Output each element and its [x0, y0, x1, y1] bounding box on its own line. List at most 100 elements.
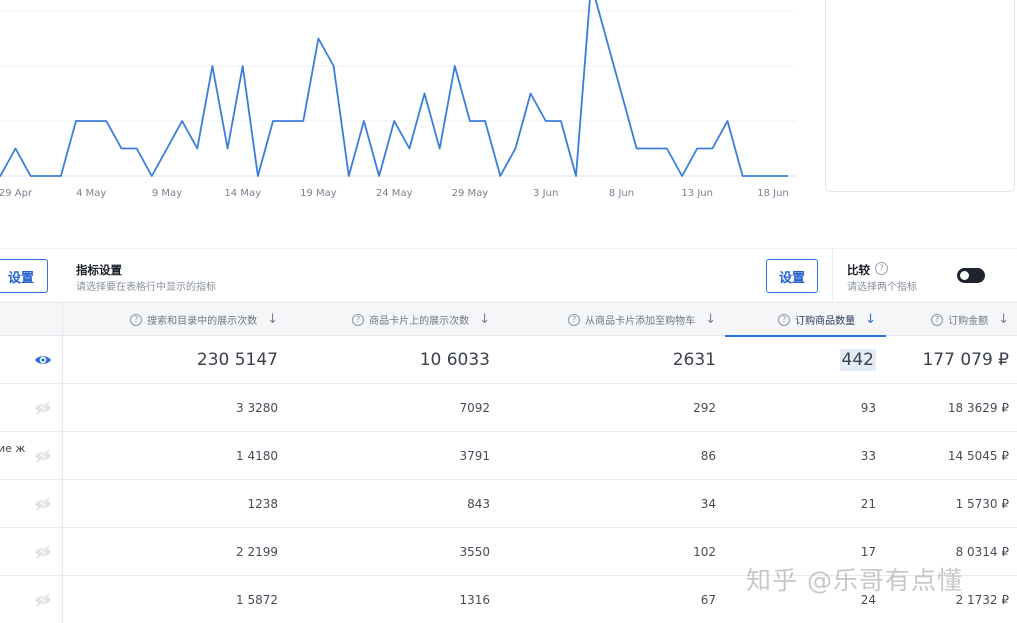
data-point[interactable]	[438, 147, 442, 151]
arrow-down-icon[interactable]: ↓	[479, 312, 490, 327]
data-point[interactable]	[226, 147, 230, 151]
data-point[interactable]	[695, 147, 699, 151]
data-point[interactable]	[241, 64, 245, 68]
x-tick-label: 3 Jun	[533, 188, 558, 199]
compare-section: 比较 ? 请选择两个指标	[832, 249, 1017, 303]
column-header-order-amount[interactable]: ? 订购金额 ↓	[876, 303, 1009, 336]
cell-ordered-quantity: 21	[860, 496, 876, 511]
cell-ordered-quantity: 33	[860, 448, 876, 463]
question-circle-icon[interactable]: ?	[352, 313, 365, 326]
data-point[interactable]	[741, 174, 745, 178]
data-point[interactable]	[362, 119, 366, 123]
data-point[interactable]	[483, 119, 487, 123]
data-point[interactable]	[89, 119, 93, 123]
eye-off-icon[interactable]	[34, 544, 52, 560]
data-point[interactable]	[559, 119, 563, 123]
column-header-add-to-cart[interactable]: ? 从商品卡片添加至购物车 ↓	[490, 303, 716, 336]
cell-card-impressions: 3550	[459, 544, 490, 559]
data-point[interactable]	[120, 147, 124, 151]
arrow-down-icon[interactable]: ↓	[998, 312, 1009, 327]
question-circle-icon[interactable]: ?	[778, 313, 791, 326]
data-point[interactable]	[150, 174, 154, 178]
total-search-impressions: 230 5147	[196, 349, 278, 370]
question-circle-icon[interactable]: ?	[931, 313, 944, 326]
cell-add-to-cart: 86	[700, 448, 716, 463]
x-tick-label: 13 Jun	[681, 188, 713, 199]
metrics-settings-button[interactable]: 设置	[766, 259, 818, 293]
total-ordered-quantity-cell: 442	[716, 336, 876, 383]
metrics-settings-subtitle: 请选择要在表格行中显示的指标	[76, 282, 216, 293]
data-point[interactable]	[726, 119, 730, 123]
question-circle-icon[interactable]: ?	[875, 262, 888, 275]
table-row[interactable]: 1238 843 34 21 1 5730 ₽	[0, 480, 1017, 528]
total-add-to-cart: 2631	[672, 349, 716, 370]
column-header-search-impressions[interactable]: ? 搜索和目录中的展示次数 ↓	[63, 303, 278, 336]
arrow-down-icon[interactable]: ↓	[705, 312, 716, 327]
arrow-down-icon[interactable]: ↓	[865, 312, 876, 327]
data-point[interactable]	[210, 64, 214, 68]
data-point[interactable]	[604, 37, 608, 41]
data-point[interactable]	[453, 64, 457, 68]
column-header-ordered-quantity[interactable]: ? 订购商品数量 ↓	[716, 303, 876, 336]
eye-off-icon[interactable]	[34, 592, 52, 608]
data-point[interactable]	[680, 174, 684, 178]
cell-order-amount: 18 3629 ₽	[947, 400, 1009, 415]
eye-off-icon[interactable]	[34, 448, 52, 464]
data-point[interactable]	[332, 64, 336, 68]
data-point[interactable]	[135, 147, 139, 151]
eye-off-icon[interactable]	[34, 400, 52, 416]
data-point[interactable]	[14, 147, 18, 151]
eye-icon[interactable]	[34, 352, 52, 368]
left-settings-button[interactable]: 设置	[0, 259, 48, 293]
data-point[interactable]	[635, 147, 639, 151]
data-point[interactable]	[271, 119, 275, 123]
data-point[interactable]	[771, 174, 775, 178]
data-point[interactable]	[256, 174, 260, 178]
cell-search-impressions: 1 4180	[236, 448, 278, 463]
watermark: 知乎 @乐哥有点懂	[746, 566, 963, 595]
data-point[interactable]	[650, 147, 654, 151]
data-point[interactable]	[710, 147, 714, 151]
data-point[interactable]	[59, 174, 63, 178]
data-point[interactable]	[544, 119, 548, 123]
data-point[interactable]	[407, 147, 411, 151]
series-line	[0, 0, 789, 177]
table-row[interactable]: ие ж 1 4180 3791 86 33 14 5045 ₽	[0, 432, 1017, 480]
cell-card-impressions: 843	[467, 496, 490, 511]
data-point[interactable]	[498, 174, 502, 178]
cell-order-amount: 1 5730 ₽	[955, 496, 1009, 511]
data-point[interactable]	[620, 92, 624, 96]
cell-search-impressions: 2 2199	[236, 544, 278, 559]
data-point[interactable]	[286, 119, 290, 123]
table-row[interactable]: 3 3280 7092 292 93 18 3629 ₽	[0, 384, 1017, 432]
data-point[interactable]	[665, 147, 669, 151]
arrow-down-icon[interactable]: ↓	[267, 312, 278, 327]
data-point[interactable]	[301, 119, 305, 123]
data-point[interactable]	[74, 119, 78, 123]
data-point[interactable]	[347, 174, 351, 178]
data-point[interactable]	[377, 174, 381, 178]
data-point[interactable]	[513, 147, 517, 151]
data-point[interactable]	[574, 174, 578, 178]
data-point[interactable]	[44, 174, 48, 178]
data-point[interactable]	[29, 174, 33, 178]
question-circle-icon[interactable]: ?	[130, 313, 143, 326]
data-point[interactable]	[468, 119, 472, 123]
data-point[interactable]	[786, 174, 790, 178]
data-point[interactable]	[316, 37, 320, 41]
eye-off-icon[interactable]	[34, 496, 52, 512]
data-point[interactable]	[392, 119, 396, 123]
data-point[interactable]	[104, 119, 108, 123]
data-point[interactable]	[529, 92, 533, 96]
total-order-amount: 177 079 ₽	[922, 349, 1009, 370]
data-point[interactable]	[180, 119, 184, 123]
x-tick-label: 19 May	[300, 188, 337, 199]
question-circle-icon[interactable]: ?	[568, 313, 581, 326]
column-header-card-impressions[interactable]: ? 商品卡片上的展示次数 ↓	[278, 303, 490, 336]
compare-toggle[interactable]	[957, 268, 985, 283]
data-point[interactable]	[165, 147, 169, 151]
data-point[interactable]	[756, 174, 760, 178]
x-tick-label: 29 Apr	[0, 188, 33, 199]
data-point[interactable]	[423, 92, 427, 96]
data-point[interactable]	[195, 147, 199, 151]
